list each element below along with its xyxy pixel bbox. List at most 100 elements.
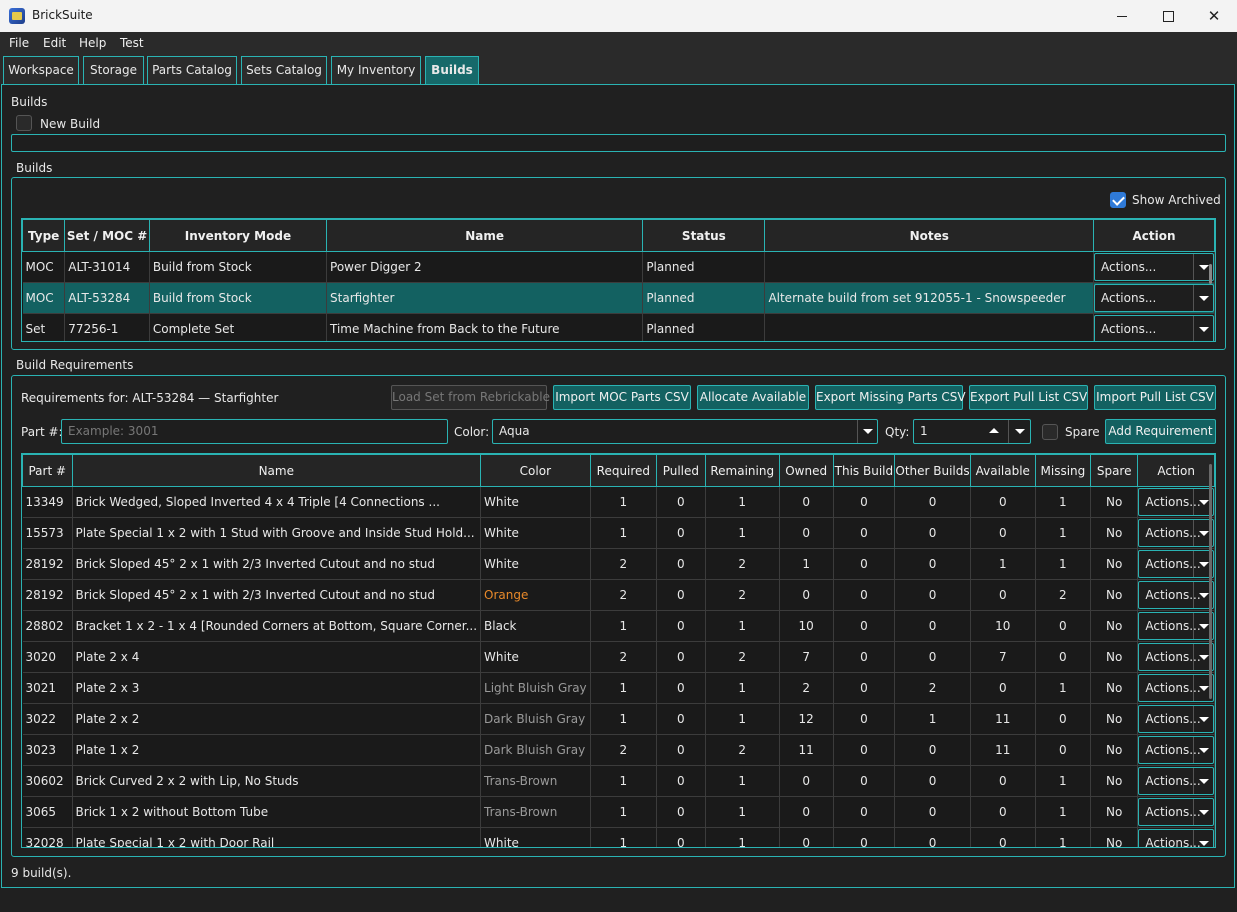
req-actions-dropdown[interactable]: Actions... — [1138, 736, 1214, 764]
requirement-row[interactable]: 3023 Plate 1 x 2 Dark Bluish Gray 2 0 2 11 0 0 11… — [22, 734, 1215, 766]
requirement-row[interactable]: 30602 Brick Curved 2 x 2 with Lip, No Stu… — [22, 765, 1215, 797]
minimize-button[interactable] — [1099, 0, 1145, 32]
col-status[interactable]: Status — [642, 219, 766, 252]
chevron-down-icon[interactable] — [1193, 768, 1213, 794]
chevron-up-icon[interactable] — [982, 420, 1006, 443]
build-actions-dropdown[interactable]: Actions... — [1094, 253, 1214, 281]
requirement-row[interactable]: 28802 Bracket 1 x 2 - 1 x 4 [Rounded Corn… — [22, 610, 1215, 642]
col-name[interactable]: Name — [326, 219, 644, 252]
req-actions-dropdown[interactable]: Actions... — [1138, 488, 1214, 516]
requirement-row[interactable]: 3065 Brick 1 x 2 without Bottom Tube Trans… — [22, 796, 1215, 828]
req-actions-dropdown[interactable]: Actions... — [1138, 550, 1214, 578]
requirements-scrollbar[interactable] — [1209, 464, 1212, 699]
export-pull-button[interactable]: Export Pull List CSV — [969, 385, 1088, 410]
menu-test[interactable]: Test — [120, 36, 144, 50]
build-actions-dropdown[interactable]: Actions... — [1094, 315, 1214, 341]
col-other-builds[interactable]: Other Builds — [894, 454, 971, 487]
col-available[interactable]: Available — [969, 454, 1036, 487]
requirement-row[interactable]: 3020 Plate 2 x 4 White 2 0 2 7 0 0 7 0 No Actions... — [22, 641, 1215, 673]
build-actions-dropdown[interactable]: Actions... — [1094, 284, 1214, 312]
load-set-button[interactable]: Load Set from Rebrickable — [391, 385, 550, 410]
chevron-down-icon[interactable] — [1193, 706, 1213, 732]
req-cell-part: 15573 — [22, 517, 73, 549]
build-row[interactable]: Set 77256-1 Complete Set Time Machine from … — [22, 313, 1215, 341]
chevron-down-icon[interactable] — [1193, 285, 1213, 311]
builds-scrollbar[interactable] — [1209, 264, 1212, 284]
tab-parts-catalog[interactable]: Parts Catalog — [147, 56, 237, 84]
new-build-checkbox[interactable] — [16, 115, 32, 131]
menu-help[interactable]: Help — [79, 36, 106, 50]
menu-file[interactable]: File — [9, 36, 29, 50]
qty-spinbox[interactable]: 1 — [913, 419, 1031, 444]
col-name[interactable]: Name — [71, 454, 482, 487]
close-button[interactable]: ✕ — [1191, 0, 1237, 32]
export-missing-button[interactable]: Export Missing Parts CSV — [815, 385, 966, 410]
maximize-button[interactable] — [1145, 0, 1191, 32]
req-cell-part: 3023 — [22, 734, 73, 766]
chevron-down-icon[interactable] — [1193, 737, 1213, 763]
tab-sets-catalog[interactable]: Sets Catalog — [241, 56, 327, 84]
req-cell-owned: 11 — [779, 734, 834, 766]
req-actions-dropdown[interactable]: Actions... — [1138, 581, 1214, 609]
tab-storage[interactable]: Storage — [83, 56, 144, 84]
req-cell-owned: 0 — [779, 796, 834, 828]
col-type[interactable]: Type — [22, 219, 66, 252]
req-actions-dropdown[interactable]: Actions... — [1138, 674, 1214, 702]
import-pull-button[interactable]: Import Pull List CSV — [1094, 385, 1216, 410]
tab-my-inventory[interactable]: My Inventory — [331, 56, 421, 84]
col-inventory-mode[interactable]: Inventory Mode — [148, 219, 328, 252]
req-actions-dropdown[interactable]: Actions... — [1138, 612, 1214, 640]
col-set[interactable]: Set / MOC # — [64, 219, 150, 252]
requirement-row[interactable]: 3022 Plate 2 x 2 Dark Bluish Gray 1 0 1 12 0 1 11… — [22, 703, 1215, 735]
requirement-row[interactable]: 13349 Brick Wedged, Sloped Inverted 4 x 4… — [22, 486, 1215, 518]
col-owned[interactable]: Owned — [778, 454, 834, 487]
req-actions-dropdown[interactable]: Actions... — [1138, 767, 1214, 795]
show-archived-label: Show Archived — [1132, 193, 1221, 207]
col-action[interactable]: Action — [1137, 454, 1215, 487]
chevron-down-icon[interactable] — [1193, 830, 1213, 847]
req-actions-dropdown[interactable]: Actions... — [1138, 705, 1214, 733]
req-actions-dropdown[interactable]: Actions... — [1138, 829, 1214, 847]
part-number-input[interactable]: Example: 3001 — [61, 419, 448, 444]
col-missing[interactable]: Missing — [1034, 454, 1091, 487]
req-cell-action: Actions... — [1137, 703, 1215, 735]
requirement-row[interactable]: 28192 Brick Sloped 45° 2 x 1 with 2/3 Inv… — [22, 548, 1215, 580]
tab-workspace[interactable]: Workspace — [3, 56, 79, 84]
build-row[interactable]: MOC ALT-53284 Build from Stock Starfighter P… — [22, 282, 1215, 314]
menu-edit[interactable]: Edit — [43, 36, 66, 50]
chevron-down-icon[interactable] — [857, 420, 877, 443]
add-requirement-button[interactable]: Add Requirement — [1105, 419, 1216, 444]
requirement-row[interactable]: 28192 Brick Sloped 45° 2 x 1 with 2/3 Inv… — [22, 579, 1215, 611]
col-action[interactable]: Action — [1093, 219, 1215, 252]
col-required[interactable]: Required — [589, 454, 658, 487]
build-cell-notes: Alternate build from set 912055-1 - Snow… — [764, 282, 1094, 314]
req-cell-action: Actions... — [1137, 796, 1215, 828]
tab-builds[interactable]: Builds — [425, 56, 479, 84]
chevron-down-icon[interactable] — [1008, 420, 1030, 443]
col-part[interactable]: Part # — [22, 454, 73, 487]
req-actions-dropdown[interactable]: Actions... — [1138, 519, 1214, 547]
req-actions-dropdown[interactable]: Actions... — [1138, 798, 1214, 826]
show-archived-checkbox[interactable] — [1110, 192, 1126, 208]
col-remaining[interactable]: Remaining — [704, 454, 780, 487]
requirement-row[interactable]: 15573 Plate Special 1 x 2 with 1 Stud wit… — [22, 517, 1215, 549]
import-moc-button[interactable]: Import MOC Parts CSV — [553, 385, 691, 410]
color-select[interactable]: Aqua — [492, 419, 878, 444]
requirement-row[interactable]: 32028 Plate Special 1 x 2 with Door Rail W… — [22, 827, 1215, 847]
req-actions-dropdown[interactable]: Actions... — [1138, 643, 1214, 671]
spare-checkbox[interactable] — [1042, 424, 1058, 440]
allocate-button[interactable]: Allocate Available — [697, 385, 809, 410]
chevron-down-icon[interactable] — [1193, 316, 1213, 341]
req-cell-other: 0 — [894, 765, 971, 797]
build-row[interactable]: MOC ALT-31014 Build from Stock Power Digger… — [22, 251, 1215, 283]
build-actions-label: Actions... — [1101, 322, 1157, 336]
req-cell-name: Brick Wedged, Sloped Inverted 4 x 4 Trip… — [72, 486, 482, 518]
req-cell-part: 30602 — [22, 765, 73, 797]
col-spare[interactable]: Spare — [1089, 454, 1139, 487]
col-pulled[interactable]: Pulled — [656, 454, 706, 487]
col-this-build[interactable]: This Build — [832, 454, 896, 487]
col-notes[interactable]: Notes — [764, 219, 1094, 252]
requirement-row[interactable]: 3021 Plate 2 x 3 Light Bluish Gray 1 0 1 2 0 2 0 1… — [22, 672, 1215, 704]
chevron-down-icon[interactable] — [1193, 799, 1213, 825]
col-color[interactable]: Color — [480, 454, 591, 487]
